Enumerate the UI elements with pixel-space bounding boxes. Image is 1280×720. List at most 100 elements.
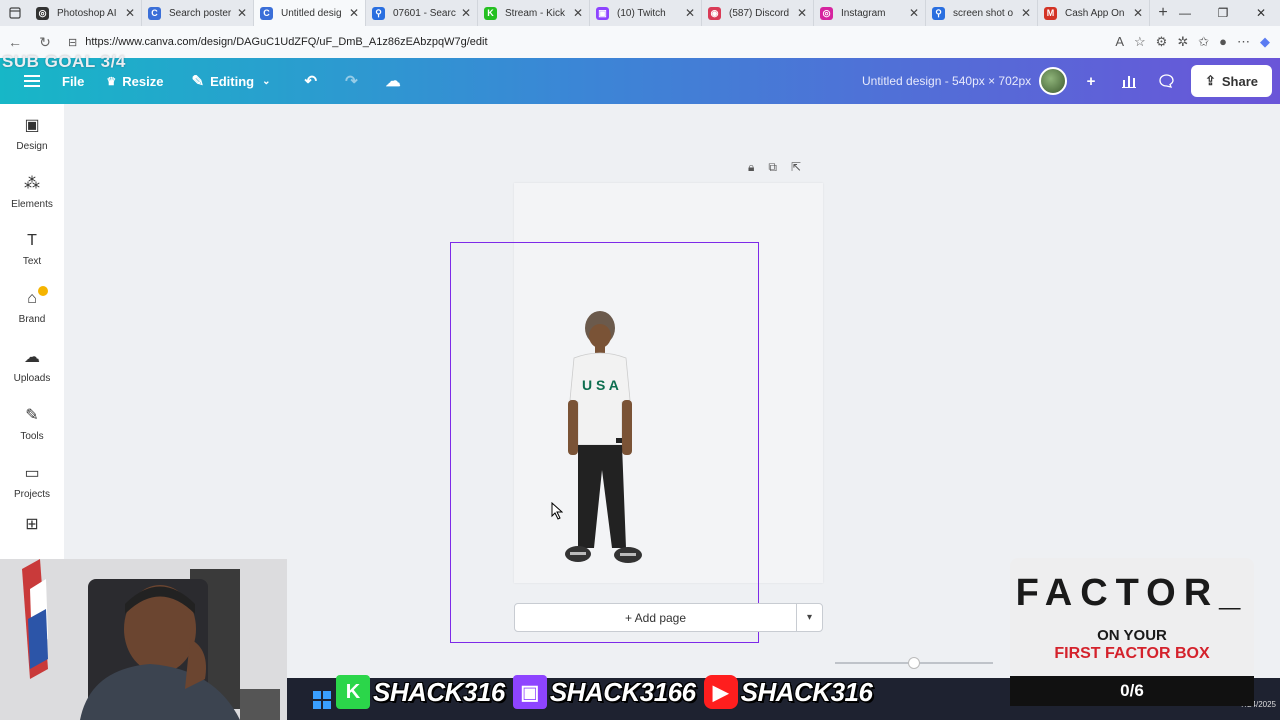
chevron-down-icon: ⌄: [262, 75, 271, 87]
sidebar-item-projects[interactable]: ▭ Projects: [0, 452, 64, 510]
insights-icon[interactable]: [1115, 67, 1143, 95]
factor-counter: 0/6: [1010, 676, 1254, 706]
minimize-icon[interactable]: —: [1166, 0, 1204, 26]
sidebar-item-label: Brand: [18, 313, 46, 325]
tab-close-icon[interactable]: ✕: [1133, 6, 1143, 20]
tab-close-icon[interactable]: ✕: [1021, 6, 1031, 20]
tab-favicon-icon: ◉: [708, 6, 721, 20]
maximize-icon[interactable]: ❐: [1204, 0, 1242, 26]
tab-close-icon[interactable]: ✕: [349, 6, 359, 20]
tab-close-icon[interactable]: ✕: [125, 6, 135, 20]
share-button[interactable]: ⇪ Share: [1190, 65, 1272, 97]
undo-icon: ↶: [304, 73, 318, 90]
favorite-star-icon[interactable]: ☆: [1134, 34, 1146, 50]
duplicate-page-icon[interactable]: ⧉: [768, 160, 777, 175]
file-menu[interactable]: File: [62, 74, 84, 89]
favorites-icon[interactable]: ✩: [1198, 34, 1209, 50]
lock-icon[interactable]: 🔒︎: [748, 160, 754, 175]
browser-tab-strip: ◎ Photoshop AI ✕ C Search poster ✕ C Untitled d…: [0, 0, 1280, 26]
browser-tab[interactable]: ⚲ screen shot o ✕: [926, 0, 1038, 26]
mouse-cursor-icon: [551, 502, 563, 520]
close-window-icon[interactable]: ✕: [1242, 0, 1280, 26]
back-icon[interactable]: ←: [0, 34, 30, 50]
profile-icon[interactable]: ●: [1219, 34, 1227, 50]
more-icon[interactable]: ⋯: [1237, 34, 1250, 50]
tab-close-icon[interactable]: ✕: [573, 6, 583, 20]
browser-tab[interactable]: K Stream - Kick ✕: [478, 0, 590, 26]
refresh-icon[interactable]: ↻: [30, 34, 60, 51]
browser-tab[interactable]: ◎ Photoshop AI ✕: [30, 0, 142, 26]
twitch-handle: SHACK3166: [549, 676, 696, 707]
subgoal-overlay: SUB GOAL 3/4: [2, 52, 126, 71]
browser-tab[interactable]: ◎ Instagram ✕: [814, 0, 926, 26]
url-field[interactable]: ⊟ https://www.canva.com/design/DAGuC1UdZ…: [68, 30, 1115, 54]
share-icon: ⇪: [1204, 73, 1216, 88]
tab-close-icon[interactable]: ✕: [909, 6, 919, 20]
tab-list-icon[interactable]: [0, 0, 30, 26]
design-title[interactable]: Untitled design - 540px × 702px: [862, 74, 1031, 88]
undo-button[interactable]: ↶: [305, 72, 324, 90]
social-banner: K SHACK316 ▣ SHACK3166 ▶ SHACK316: [310, 674, 880, 710]
tab-label: (10) Twitch: [617, 7, 666, 19]
browser-tab[interactable]: ⚲ 07601 - Searc ✕: [366, 0, 478, 26]
canva-sidebar: ▣ Design ⁂ Elements T Text ⌂ Brand ☁ Uploads ✎ Tool…: [0, 104, 64, 560]
cloud-check-icon: ☁: [385, 73, 401, 90]
tab-close-icon[interactable]: ✕: [461, 6, 471, 20]
share-label: Share: [1221, 73, 1258, 89]
projects-icon: ▭: [24, 464, 40, 482]
browser-tab[interactable]: C Search poster ✕: [142, 0, 254, 26]
premium-crown-icon: [38, 286, 48, 296]
url-text: https://www.canva.com/design/DAGuC1UdZFQ…: [85, 36, 488, 48]
sidebar-item-apps[interactable]: ⊞Apps: [0, 510, 64, 540]
add-page-icon[interactable]: ⇱: [791, 160, 801, 175]
extensions-icon[interactable]: ⚙: [1156, 34, 1168, 50]
sidebar-item-elements[interactable]: ⁂ Elements: [0, 162, 64, 220]
tab-favicon-icon: C: [260, 6, 273, 20]
text-icon: T: [27, 231, 37, 249]
read-aloud-icon[interactable]: A: [1115, 34, 1124, 50]
chevron-down-icon[interactable]: ▾: [796, 604, 822, 631]
site-info-icon[interactable]: ⊟: [68, 36, 77, 49]
add-collaborator-icon[interactable]: +: [1077, 67, 1105, 95]
youtube-handle: SHACK316: [740, 676, 873, 707]
tab-favicon-icon: M: [1044, 6, 1057, 20]
tab-close-icon[interactable]: ✕: [237, 6, 247, 20]
zoom-slider-handle[interactable]: [908, 657, 920, 669]
browser-tab[interactable]: M Cash App On ✕: [1038, 0, 1150, 26]
selection-frame[interactable]: [450, 242, 759, 643]
user-avatar[interactable]: [1038, 67, 1067, 95]
sidebar-item-uploads[interactable]: ☁ Uploads: [0, 336, 64, 394]
extension-icon[interactable]: ✲: [1177, 34, 1188, 50]
browser-tab[interactable]: C Untitled desig ✕: [254, 0, 366, 26]
sidebar-item-label: Elements: [11, 198, 53, 210]
resize-button[interactable]: ♛ Resize: [106, 74, 163, 89]
browser-tab[interactable]: ◉ (587) Discord ✕: [702, 0, 814, 26]
factor-title: FACTOR_: [1015, 572, 1249, 614]
sidebar-item-label: Projects: [13, 488, 51, 500]
add-page-button[interactable]: + Add page: [515, 611, 796, 625]
brand-icon: ⌂: [27, 289, 37, 307]
tab-close-icon[interactable]: ✕: [685, 6, 695, 20]
sidebar-item-tools[interactable]: ✎ Tools: [0, 394, 64, 452]
tab-label: Instagram: [841, 7, 886, 19]
redo-icon: ↷: [345, 73, 358, 90]
tab-close-icon[interactable]: ✕: [797, 6, 807, 20]
comment-icon[interactable]: [1153, 67, 1181, 95]
menu-button[interactable]: [24, 75, 40, 87]
sidebar-item-text[interactable]: T Text: [0, 220, 64, 278]
browser-tab[interactable]: ▣ (10) Twitch ✕: [590, 0, 702, 26]
editing-mode-dropdown[interactable]: ✎ Editing ⌄: [191, 72, 270, 90]
add-page-bar: + Add page ▾: [514, 603, 823, 632]
tab-label: (587) Discord: [729, 7, 790, 19]
save-status-button[interactable]: ☁: [386, 72, 407, 90]
sidebar-item-brand[interactable]: ⌂ Brand: [0, 278, 64, 336]
webcam-overlay: [0, 559, 287, 720]
tab-label: Search poster: [169, 7, 232, 19]
tab-favicon-icon: ⚲: [372, 6, 385, 20]
twitch-icon: ▣: [512, 675, 547, 709]
copilot-icon[interactable]: ◆: [1260, 34, 1270, 50]
sidebar-item-design[interactable]: ▣ Design: [0, 104, 64, 162]
tab-label: Stream - Kick: [505, 7, 566, 19]
redo-button[interactable]: ↷: [345, 72, 364, 90]
tab-favicon-icon: ⚲: [932, 6, 945, 20]
